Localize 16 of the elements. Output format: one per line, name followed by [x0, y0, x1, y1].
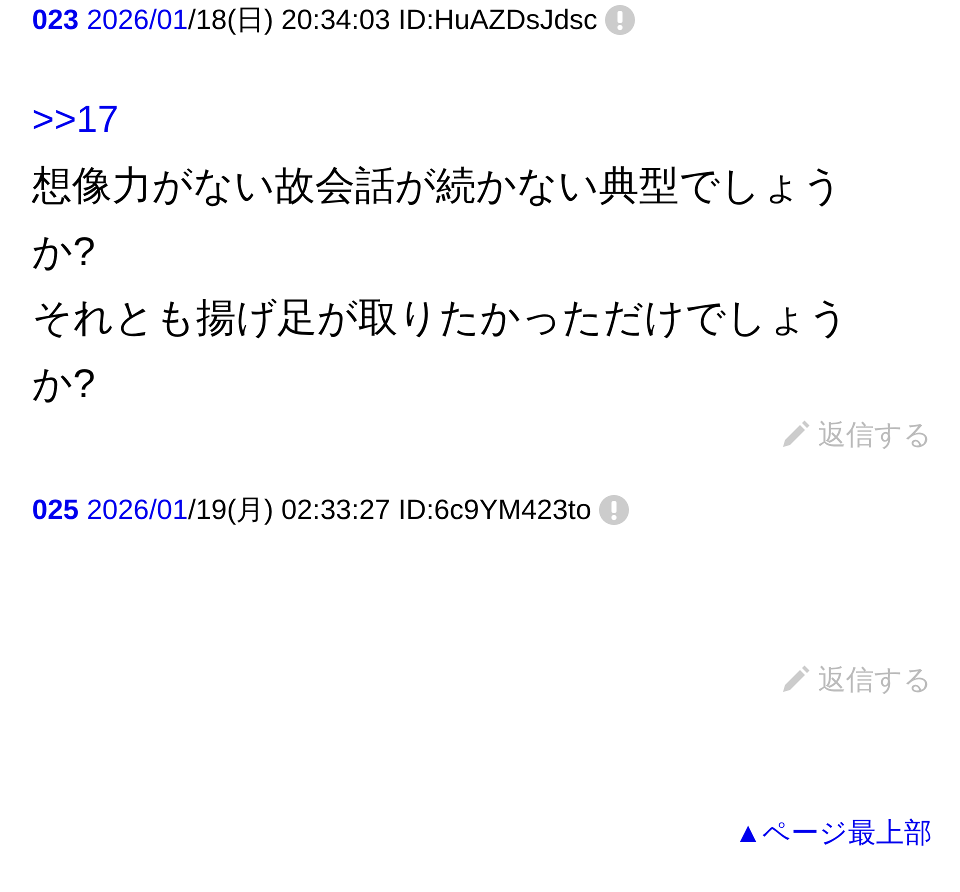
- poster-id: ID:6c9YM423to: [398, 494, 592, 526]
- report-icon[interactable]: [599, 495, 630, 525]
- post-number: 023: [32, 4, 79, 36]
- post-date: /19(月) 02:33:27: [188, 493, 390, 527]
- post-date: /18(日) 20:34:03: [188, 3, 390, 37]
- post-text: 想像力がない故会話が続かない典型でしょうか?: [32, 163, 844, 276]
- page-top-link[interactable]: ▲ページ最上部: [734, 815, 932, 851]
- pencil-icon: [780, 665, 810, 695]
- reply-anchor-link[interactable]: >>17: [32, 87, 119, 153]
- pencil-icon: [780, 420, 810, 450]
- poster-id: ID:HuAZDsJdsc: [398, 4, 598, 36]
- post-text: それとも揚げ足が取りたかっただけでしょうか?: [32, 295, 850, 408]
- date-link[interactable]: 2026/01: [86, 494, 188, 526]
- post-number: 025: [32, 494, 79, 526]
- report-icon[interactable]: [605, 5, 636, 35]
- date-link[interactable]: 2026/01: [86, 4, 188, 36]
